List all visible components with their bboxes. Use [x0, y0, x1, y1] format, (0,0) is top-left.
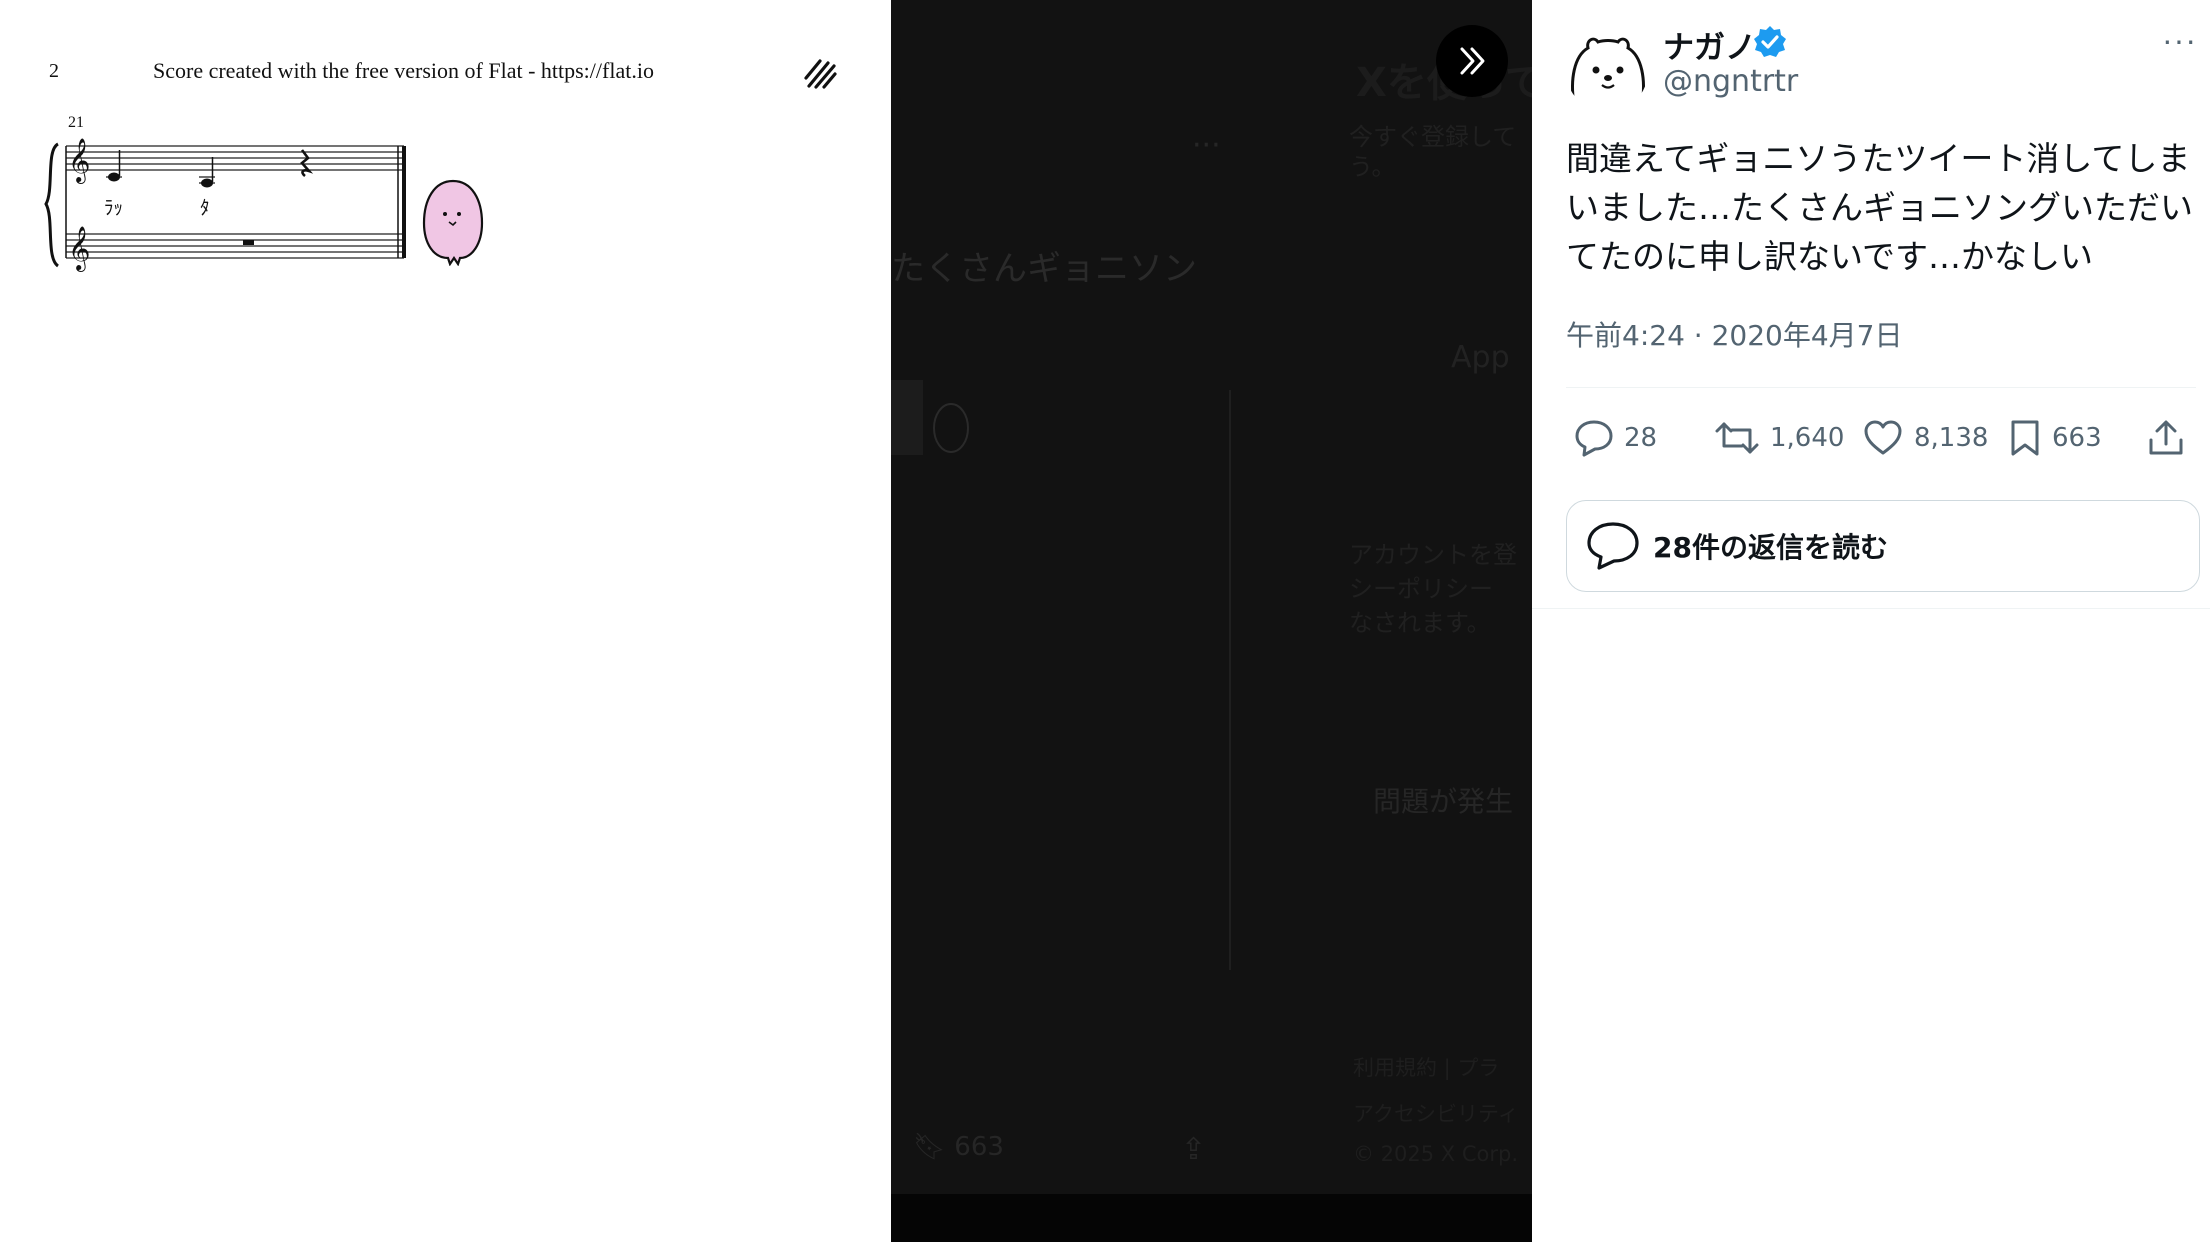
read-replies-label: 28件の返信を読む	[1653, 531, 1888, 564]
retweet-count: 1,640	[1770, 423, 1845, 453]
divider	[1566, 387, 2196, 388]
flat-logo-icon	[804, 59, 837, 89]
music-staff: 𝄞 𝄞 ﾗｯ ﾀ	[44, 138, 406, 272]
lyric-1: ﾗｯ	[104, 197, 123, 219]
background-share-icon: ⇪	[1181, 1132, 1207, 1167]
tweet-panel: ナガノ @ngntrtr ··· 間違えてギョニソうたツイート消してしまいました…	[1532, 0, 2210, 1242]
treble-clef-icon: 𝄞	[68, 138, 90, 184]
user-handle[interactable]: @ngntrtr	[1663, 64, 1798, 99]
more-dots-icon[interactable]: ···	[2162, 22, 2197, 59]
replies-bubble-icon	[1587, 522, 1639, 570]
background-copyright: © 2025 X Corp.	[1353, 1142, 1519, 1166]
background-accessibility: アクセシビリティ	[1353, 1102, 1519, 1126]
avatar[interactable]	[1566, 30, 1648, 112]
overlay-bottom-band	[891, 1194, 1532, 1242]
bookmark-icon	[2011, 420, 2039, 456]
reply-bubble-icon	[1575, 420, 1613, 457]
pink-blob-character	[422, 179, 484, 266]
like-button[interactable]: 8,138	[1862, 412, 1988, 464]
background-more-icon: ···	[1192, 128, 1221, 163]
reply-button[interactable]: 28	[1574, 412, 1657, 464]
background-bookmark-count: 🔖︎ 663	[913, 1132, 1004, 1162]
score-footer-text: Score created with the free version of F…	[153, 58, 654, 83]
bookmark-count: 663	[2052, 423, 2102, 453]
like-count: 8,138	[1914, 423, 1989, 453]
quarter-rest	[300, 149, 314, 178]
grand-staff-brace	[44, 142, 60, 268]
share-button[interactable]	[2146, 412, 2186, 464]
background-staff-fragment	[891, 380, 923, 455]
lyric-2: ﾀ	[200, 197, 210, 219]
background-bookmark-value: 663	[954, 1132, 1004, 1162]
read-replies-button[interactable]: 28件の返信を読む	[1566, 500, 2200, 592]
background-apple-button: App	[1451, 340, 1510, 375]
tweet-timestamp[interactable]: 午前4:24 · 2020年4月7日	[1566, 314, 1902, 354]
background-terms: 利用規約 | プラ	[1353, 1056, 1500, 1080]
share-upload-icon	[2149, 420, 2183, 455]
whole-rest	[243, 240, 254, 245]
score-page: 2 Score created with the free version of…	[0, 0, 891, 1242]
treble-clef-icon: 𝄞	[68, 226, 90, 272]
display-name[interactable]: ナガノ	[1663, 22, 1756, 67]
section-divider	[1532, 608, 2210, 609]
bookmark-button[interactable]: 663	[2008, 412, 2102, 464]
verified-badge-icon	[1754, 26, 1786, 57]
background-subtitle: 今すぐ登録して う。	[1349, 123, 1517, 181]
dark-overlay[interactable]: Xを使ってみよう ··· 今すぐ登録して う。 たくさんギョニソン App アカ…	[891, 0, 1532, 1242]
tweet-text: 間違えてギョニソうたツイート消してしまいました…たくさんギョニソングいただいてた…	[1566, 139, 2193, 276]
double-chevron-right-icon	[1460, 47, 1485, 75]
retweet-button[interactable]: 1,640	[1714, 412, 1844, 464]
collapse-panel-button[interactable]	[1436, 25, 1508, 97]
heart-icon	[1864, 420, 1902, 455]
background-legal-text: アカウントを登 シーポリシー なされます。	[1349, 541, 1517, 637]
background-blob-fragment	[933, 403, 969, 453]
background-apple-label: App	[1451, 340, 1510, 375]
page-number: 2	[49, 60, 59, 82]
reply-count: 28	[1624, 423, 1658, 453]
retweet-icon	[1715, 422, 1759, 454]
bear-avatar-icon	[1571, 37, 1645, 105]
bookmark-icon: 🔖︎	[913, 1132, 947, 1162]
background-tweet-snippet: たくさんギョニソン	[891, 249, 1197, 289]
background-divider	[1229, 390, 1231, 970]
background-error-text: 問題が発生	[1373, 785, 1514, 818]
